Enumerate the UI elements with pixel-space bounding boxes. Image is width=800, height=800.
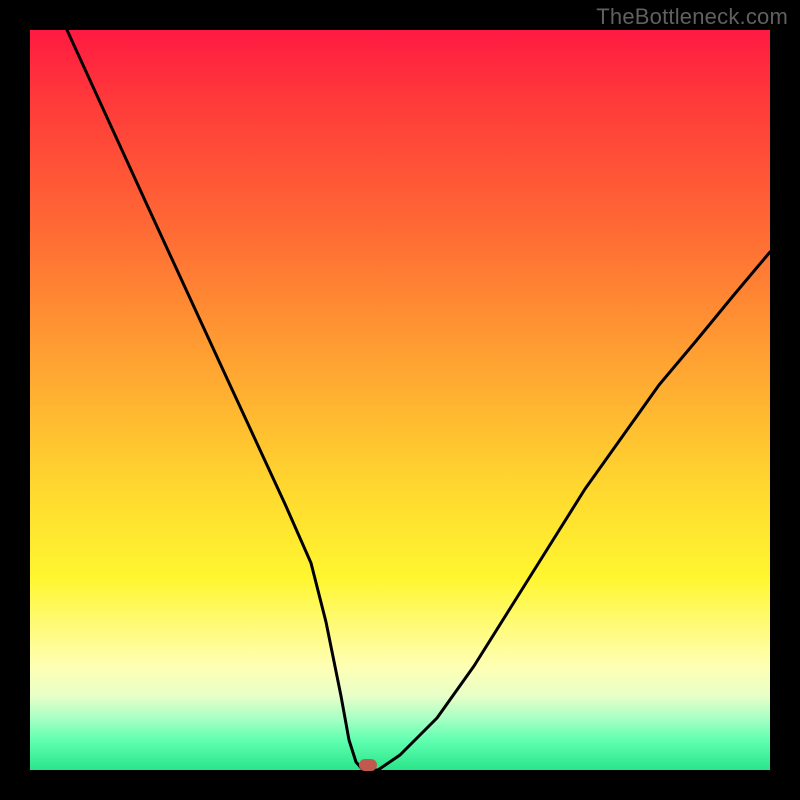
watermark-text: TheBottleneck.com: [596, 4, 788, 30]
bottleneck-marker: [359, 759, 377, 771]
chart-curve-layer: [30, 30, 770, 770]
bottleneck-curve: [67, 30, 770, 770]
chart-frame: TheBottleneck.com: [0, 0, 800, 800]
